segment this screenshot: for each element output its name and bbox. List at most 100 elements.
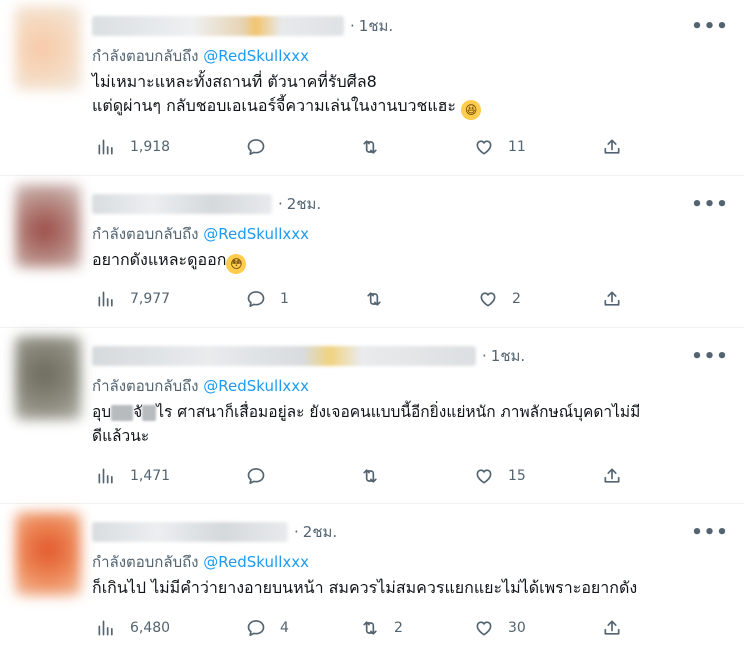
- retweet-icon: [360, 137, 380, 157]
- separator-dot: ·: [350, 17, 355, 35]
- tweet-text-line: แต่ดูผ่านๆ กลับชอบเอเนอร์จี้ความเล่นในงา…: [92, 94, 732, 120]
- avatar[interactable]: [15, 6, 81, 90]
- tweet-header: · 2ชม.: [92, 522, 337, 542]
- reply-handle[interactable]: @RedSkullxxx: [203, 377, 309, 395]
- views-count: 1,471: [130, 468, 171, 484]
- reply-context: กำลังตอบกลับถึง @RedSkullxxx: [92, 44, 309, 68]
- tweet-time[interactable]: 1ชม.: [491, 344, 525, 368]
- tweet-header: · 2ชม.: [92, 194, 321, 214]
- more-icon[interactable]: •••: [691, 194, 728, 215]
- avatar[interactable]: [15, 184, 81, 268]
- avatar[interactable]: [15, 512, 81, 596]
- share-button[interactable]: [602, 287, 622, 311]
- author-name-redacted[interactable]: [92, 346, 476, 366]
- views-icon: [96, 466, 116, 486]
- tweet-text: อยากดังแหละดูออก 😳: [92, 248, 732, 274]
- more-icon[interactable]: •••: [691, 346, 728, 367]
- share-icon: [602, 289, 622, 309]
- tweet-header: · 1ชม.: [92, 346, 525, 366]
- reply-icon: [246, 466, 266, 486]
- tweet-3[interactable]: · 1ชม. ••• กำลังตอบกลับถึง @RedSkullxxx …: [0, 328, 744, 504]
- reply-button[interactable]: [246, 464, 280, 488]
- like-count: 11: [508, 139, 526, 155]
- views-icon: [96, 289, 116, 309]
- author-name-redacted[interactable]: [92, 16, 344, 36]
- tweet-time[interactable]: 2ชม.: [287, 192, 321, 216]
- retweet-icon: [364, 289, 384, 309]
- more-icon[interactable]: •••: [691, 16, 728, 37]
- share-icon: [602, 137, 622, 157]
- reply-icon: [246, 289, 266, 309]
- like-icon: [478, 289, 498, 309]
- tweet-text: ไม่เหมาะแหละทั้งสถานที่ ตัวนาคที่รับศีล8…: [92, 70, 732, 120]
- views-button[interactable]: 1,918: [96, 135, 170, 159]
- views-icon: [96, 618, 116, 638]
- views-button[interactable]: 7,977: [96, 287, 170, 311]
- retweet-button[interactable]: [364, 287, 398, 311]
- like-icon: [474, 137, 494, 157]
- retweet-button[interactable]: 2: [360, 616, 403, 640]
- separator-dot: ·: [482, 347, 487, 365]
- retweet-icon: [360, 466, 380, 486]
- tweet-time[interactable]: 2ชม.: [303, 520, 337, 544]
- reply-handle[interactable]: @RedSkullxxx: [203, 47, 309, 65]
- tweet-actions: 1,918 11: [96, 135, 636, 159]
- reply-context: กำลังตอบกลับถึง @RedSkullxxx: [92, 222, 309, 246]
- tweet-actions: 7,977 1 2: [96, 287, 636, 311]
- views-button[interactable]: 1,471: [96, 464, 170, 488]
- more-icon[interactable]: •••: [691, 522, 728, 543]
- like-button[interactable]: 15: [474, 464, 526, 488]
- reply-prefix: กำลังตอบกลับถึง: [92, 553, 199, 571]
- reply-button[interactable]: [246, 135, 280, 159]
- like-icon: [474, 618, 494, 638]
- redacted-word: [111, 404, 134, 421]
- reply-prefix: กำลังตอบกลับถึง: [92, 47, 199, 65]
- reply-handle[interactable]: @RedSkullxxx: [203, 225, 309, 243]
- views-count: 7,977: [130, 291, 171, 307]
- flushed-emoji: 😳: [226, 254, 247, 274]
- tweet-actions: 6,480 4 2 30: [96, 616, 636, 640]
- redacted-word: [142, 404, 157, 421]
- retweet-button[interactable]: [360, 464, 394, 488]
- like-count: 2: [512, 291, 521, 307]
- reply-handle[interactable]: @RedSkullxxx: [203, 553, 309, 571]
- reply-icon: [246, 618, 266, 638]
- tweet-text-line: ไม่เหมาะแหละทั้งสถานที่ ตัวนาคที่รับศีล8: [92, 72, 377, 91]
- like-button[interactable]: 11: [474, 135, 526, 159]
- tweet-1[interactable]: · 1ชม. ••• กำลังตอบกลับถึง @RedSkullxxx …: [0, 0, 744, 176]
- share-button[interactable]: [602, 616, 622, 640]
- reply-button[interactable]: 1: [246, 287, 289, 311]
- tweet-text-line: อยากดังแหละดูออก 😳: [92, 248, 732, 274]
- separator-dot: ·: [294, 523, 299, 541]
- views-count: 1,918: [130, 139, 171, 155]
- tweet-text-line: อุบ จั ไร ศาสนาก็เสื่อมอยู่ละ ยังเจอคนแบบน…: [92, 403, 641, 421]
- views-button[interactable]: 6,480: [96, 616, 170, 640]
- tweet-text: อุบ จั ไร ศาสนาก็เสื่อมอยู่ละ ยังเจอคนแบบน…: [92, 400, 732, 448]
- retweet-button[interactable]: [360, 135, 394, 159]
- tweet-actions: 1,471 15: [96, 464, 636, 488]
- tweet-text: ก็เกินไป ไม่มีคำว่ายางอายบนหน้า สมควรไม่…: [92, 576, 732, 600]
- share-icon: [602, 618, 622, 638]
- separator-dot: ·: [278, 195, 283, 213]
- reply-prefix: กำลังตอบกลับถึง: [92, 225, 199, 243]
- reply-count: 4: [280, 620, 289, 636]
- like-icon: [474, 466, 494, 486]
- reply-icon: [246, 137, 266, 157]
- views-icon: [96, 137, 116, 157]
- retweet-count: 2: [394, 620, 403, 636]
- tweet-4[interactable]: · 2ชม. ••• กำลังตอบกลับถึง @RedSkullxxx …: [0, 504, 744, 656]
- avatar[interactable]: [15, 336, 81, 420]
- share-button[interactable]: [602, 135, 622, 159]
- share-button[interactable]: [602, 464, 622, 488]
- like-button[interactable]: 30: [474, 616, 526, 640]
- reply-prefix: กำลังตอบกลับถึง: [92, 377, 199, 395]
- tweet-2[interactable]: · 2ชม. ••• กำลังตอบกลับถึง @RedSkullxxx …: [0, 176, 744, 328]
- author-name-redacted[interactable]: [92, 194, 272, 214]
- reply-count: 1: [280, 291, 289, 307]
- tweet-time[interactable]: 1ชม.: [359, 14, 393, 38]
- author-name-redacted[interactable]: [92, 522, 288, 542]
- tweet-text-line: ดีแล้วนะ: [92, 427, 150, 445]
- reply-button[interactable]: 4: [246, 616, 289, 640]
- like-button[interactable]: 2: [478, 287, 521, 311]
- share-icon: [602, 466, 622, 486]
